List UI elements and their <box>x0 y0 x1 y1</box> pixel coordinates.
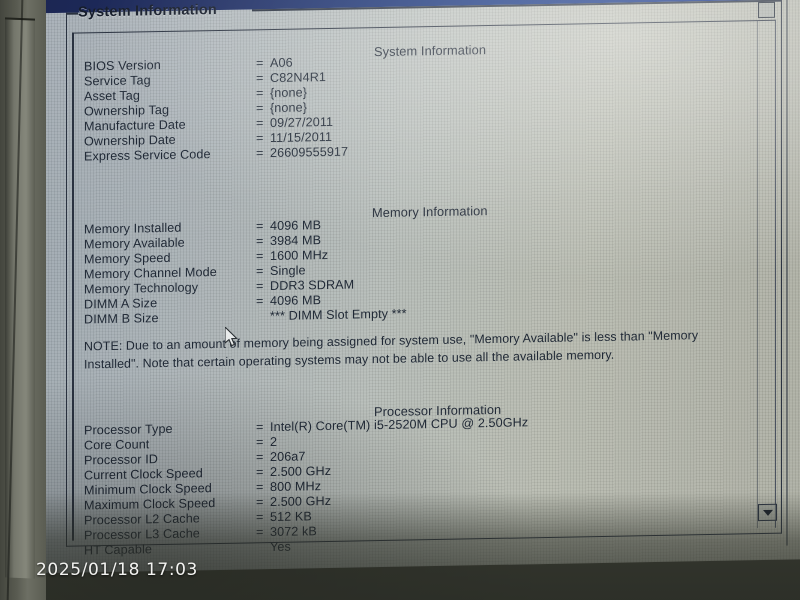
eq-minimum-clock-speed: = <box>256 480 264 495</box>
value-service-tag: C82N4R1 <box>270 70 327 86</box>
value-bios-version: A06 <box>270 55 293 71</box>
eq-memory-technology: = <box>256 279 264 294</box>
value-ownership-tag: {none} <box>270 100 308 116</box>
camera-timestamp: 2025/01/18 17:03 <box>36 560 198 580</box>
mouse-cursor <box>224 325 241 354</box>
value-processor-id: 206a7 <box>270 449 306 465</box>
eq-processor-type: = <box>256 420 264 435</box>
value-core-count: 2 <box>270 434 278 450</box>
eq-dimm-a-size: = <box>256 294 264 309</box>
eq-memory-channel-mode: = <box>256 264 264 279</box>
value-dimm-b-size: *** DIMM Slot Empty *** <box>270 306 407 324</box>
eq-memory-installed: = <box>256 219 264 234</box>
row-ht-capable: HT Capable Yes <box>84 540 291 558</box>
value-processor-l3-cache: 3072 kB <box>270 524 317 540</box>
value-maximum-clock-speed: 2.500 GHz <box>270 493 332 510</box>
value-current-clock-speed: 2.500 GHz <box>270 463 332 480</box>
section-title-system-information: System Information <box>374 42 487 60</box>
label-ht-capable: HT Capable <box>84 542 152 558</box>
value-minimum-clock-speed: 800 MHz <box>270 479 322 495</box>
bios-system-information-page: System Information System Information BI… <box>0 0 800 560</box>
vertical-scrollbar-track[interactable] <box>757 19 776 529</box>
eq-manufacture-date: = <box>256 116 264 131</box>
value-processor-l2-cache: 512 KB <box>270 509 312 525</box>
dialog-right-frame <box>786 0 788 546</box>
value-memory-installed: 4096 MB <box>270 218 322 234</box>
value-ht-capable: Yes <box>270 539 291 555</box>
eq-service-tag: = <box>256 71 264 86</box>
value-manufacture-date: 09/27/2011 <box>270 114 334 131</box>
groupbox-legend: System Information <box>78 2 217 21</box>
eq-processor-l2-cache: = <box>256 510 264 525</box>
eq-ownership-date: = <box>256 131 264 146</box>
eq-maximum-clock-speed: = <box>256 495 264 510</box>
value-ownership-date: 11/15/2011 <box>270 129 333 146</box>
value-memory-channel-mode: Single <box>270 263 306 279</box>
value-express-service-code: 26609555917 <box>270 144 349 161</box>
value-memory-technology: DDR3 SDRAM <box>270 277 355 294</box>
value-dimm-a-size: 4096 MB <box>270 293 322 309</box>
value-memory-speed: 1600 MHz <box>270 247 329 264</box>
scroll-down-button[interactable] <box>758 503 777 522</box>
eq-memory-available: = <box>256 234 264 249</box>
eq-current-clock-speed: = <box>256 465 264 480</box>
eq-asset-tag: = <box>256 86 264 101</box>
eq-processor-l3-cache: = <box>256 525 264 540</box>
value-asset-tag: {none} <box>270 85 308 101</box>
eq-bios-version: = <box>256 56 264 71</box>
eq-express-service-code: = <box>256 146 264 161</box>
eq-core-count: = <box>256 435 264 450</box>
left-panel-bezel <box>0 0 46 600</box>
value-memory-available: 3984 MB <box>270 233 322 249</box>
eq-memory-speed: = <box>256 249 264 264</box>
scroll-up-button[interactable] <box>758 1 775 19</box>
eq-processor-id: = <box>256 450 264 465</box>
eq-ownership-tag: = <box>256 101 264 116</box>
section-title-memory-information: Memory Information <box>372 203 488 221</box>
photo-of-bios-screen: System Information System Information BI… <box>0 0 800 600</box>
chevron-down-icon <box>762 509 773 516</box>
